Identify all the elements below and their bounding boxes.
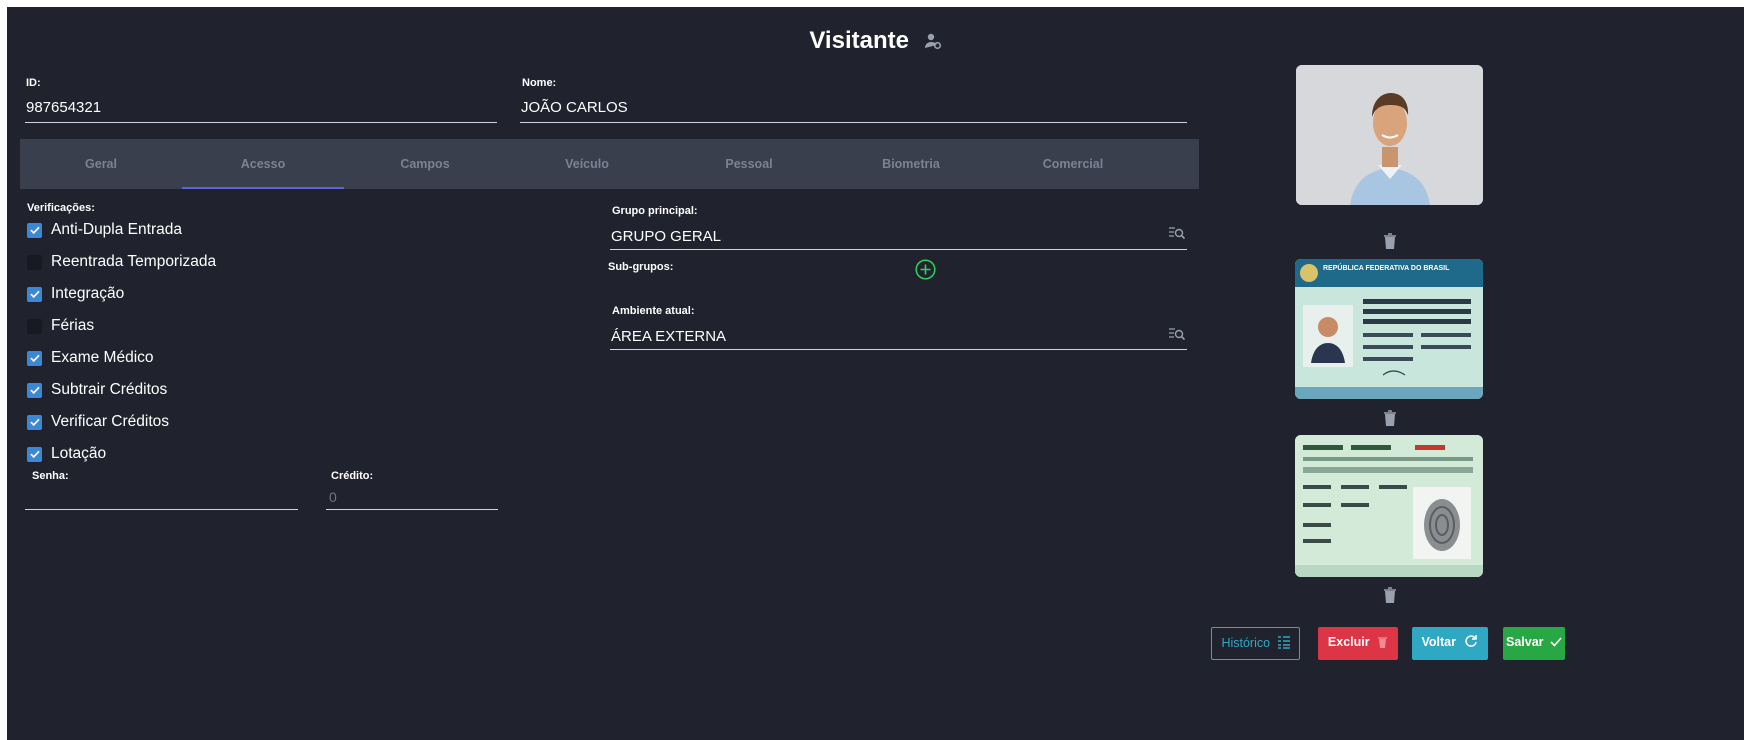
nome-value: JOÃO CARLOS [521,99,628,116]
voltar-button[interactable]: Voltar [1412,627,1488,660]
delete-photo-icon[interactable] [1380,232,1400,255]
id-card-back-image[interactable] [1295,435,1483,577]
id-label: ID: [26,77,41,89]
checkbox-box[interactable] [27,446,42,462]
checkbox-box[interactable] [27,222,42,238]
refresh-icon [1464,635,1478,651]
delete-document-front-icon[interactable] [1380,409,1400,432]
checkbox-integracao[interactable]: Integração [27,278,327,310]
trash-icon [1377,637,1388,651]
tab-acesso[interactable]: Acesso [182,139,344,189]
credito-placeholder: 0 [329,489,337,505]
historico-button[interactable]: Histórico [1211,627,1300,660]
senha-input[interactable] [25,485,298,510]
senha-label: Senha: [32,470,69,482]
user-gear-icon [924,32,942,55]
excluir-button[interactable]: Excluir [1318,627,1398,660]
credito-input[interactable]: 0 [326,485,498,510]
page-title-text: Visitante [809,27,909,54]
ambiente-atual-field[interactable]: ÁREA EXTERNA [610,322,1187,350]
checkbox-label: Férias [51,317,95,334]
checkbox-label: Lotação [51,445,107,462]
nome-field[interactable]: JOÃO CARLOS [520,94,1187,123]
checkbox-subtrair-creditos[interactable]: Subtrair Créditos [27,374,327,406]
tab-bar: Geral Acesso Campos Veículo Pessoal Biom… [20,139,1199,189]
checkbox-label: Anti-Dupla Entrada [51,221,182,238]
checkbox-anti-dupla-entrada[interactable]: Anti-Dupla Entrada [27,214,327,246]
id-field[interactable]: 987654321 [25,94,497,123]
grupo-principal-field[interactable]: GRUPO GERAL [610,221,1187,250]
salvar-button-label: Salvar [1505,635,1544,649]
verificacoes-label: Verificações: [27,202,95,214]
checkbox-ferias[interactable]: Férias [27,310,327,342]
tab-geral[interactable]: Geral [20,139,182,189]
checkbox-verificar-creditos[interactable]: Verificar Créditos [27,406,327,438]
checkbox-label: Exame Médico [51,349,154,366]
checkbox-box[interactable] [27,254,42,270]
delete-document-back-icon[interactable] [1380,586,1400,609]
historico-button-label: Histórico [1221,636,1271,650]
checkbox-reentrada-temporizada[interactable]: Reentrada Temporizada [27,246,327,278]
salvar-button[interactable]: Salvar [1503,627,1565,660]
checkbox-box[interactable] [27,414,42,430]
credito-label: Crédito: [331,470,374,482]
checkbox-label: Integração [51,285,125,302]
page-title: Visitante [7,27,1744,55]
checkbox-label: Reentrada Temporizada [51,253,217,270]
id-card-title: REPÚBLICA FEDERATIVA DO BRASIL [1323,265,1450,272]
checkbox-lotacao[interactable]: Lotação [27,438,327,470]
list-icon [1277,636,1290,652]
nome-label: Nome: [522,77,557,89]
id-value: 987654321 [26,99,102,116]
checkbox-exame-medico[interactable]: Exame Médico [27,342,327,374]
checkbox-label: Verificar Créditos [51,413,170,430]
tab-comercial[interactable]: Comercial [992,139,1154,189]
sub-grupos-label: Sub-grupos: [608,261,674,273]
visitor-photo[interactable] [1296,65,1483,205]
excluir-button-label: Excluir [1327,635,1370,649]
tab-campos[interactable]: Campos [344,139,506,189]
tab-veiculo[interactable]: Veículo [506,139,668,189]
grupo-principal-label: Grupo principal: [612,205,698,217]
grupo-principal-value: GRUPO GERAL [611,228,722,245]
add-subgroup-icon[interactable] [915,259,936,280]
search-list-icon[interactable] [1168,224,1186,247]
visitor-form-panel: Visitante ID: 987654321 Nome: JOÃO CARLO… [7,7,1744,740]
checkbox-box[interactable] [27,382,42,398]
check-icon [1550,636,1562,650]
voltar-button-label: Voltar [1421,635,1457,649]
ambiente-atual-value: ÁREA EXTERNA [611,328,727,345]
checkbox-box[interactable] [27,350,42,366]
ambiente-atual-label: Ambiente atual: [612,305,695,317]
id-card-front-image[interactable]: REPÚBLICA FEDERATIVA DO BRASIL [1295,259,1483,399]
search-list-icon[interactable] [1168,325,1186,348]
tab-pessoal[interactable]: Pessoal [668,139,830,189]
checkbox-box[interactable] [27,318,42,334]
tab-biometria[interactable]: Biometria [830,139,992,189]
checkbox-box[interactable] [27,286,42,302]
verificacoes-list: Anti-Dupla Entrada Reentrada Temporizada… [27,214,327,470]
checkbox-label: Subtrair Créditos [51,381,168,398]
